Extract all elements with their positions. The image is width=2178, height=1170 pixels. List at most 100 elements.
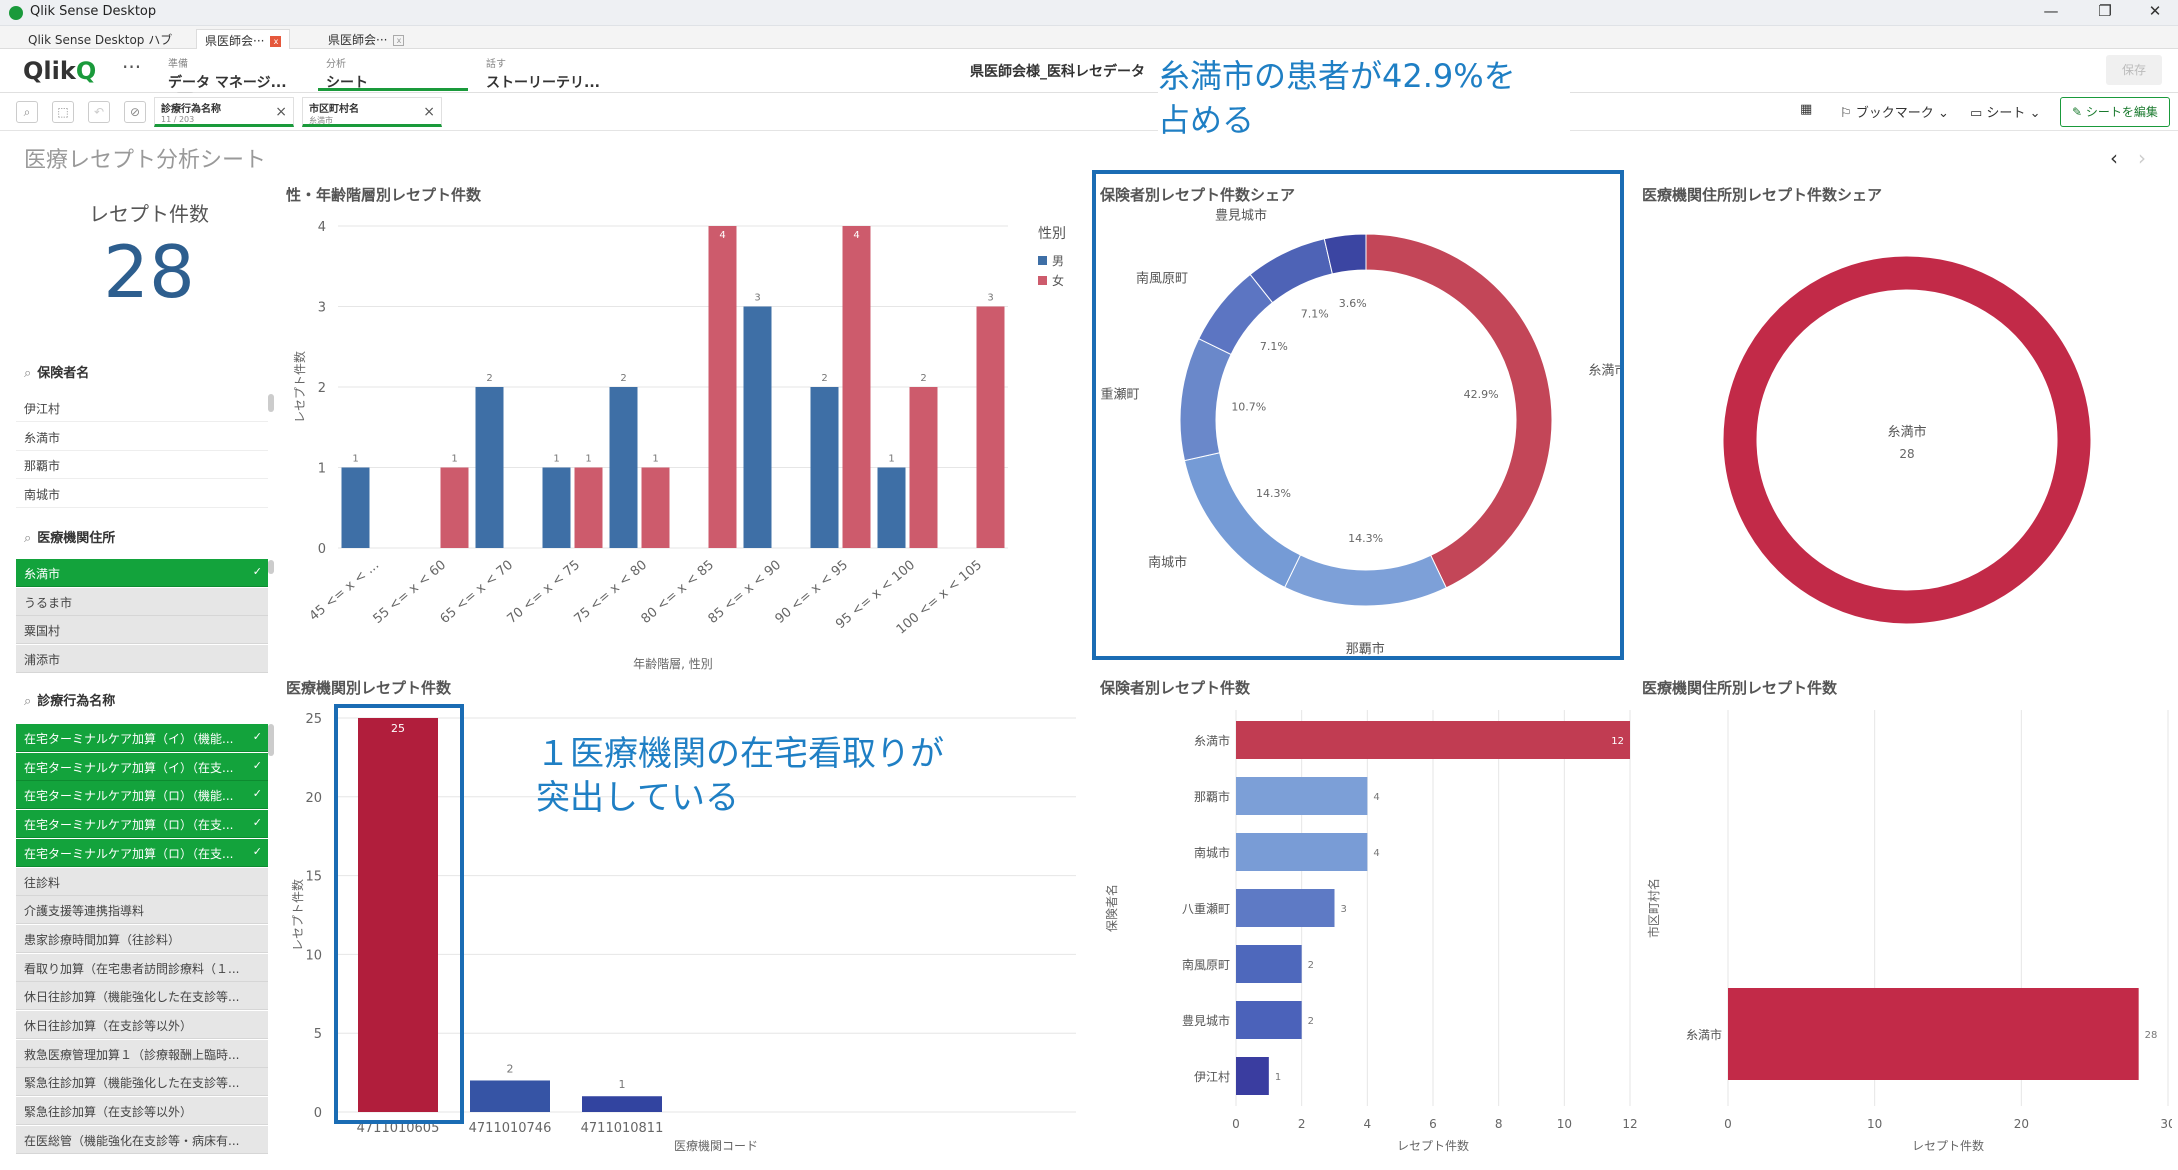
sheet-menu-button[interactable]: ▭ シート ⌄ (1970, 102, 2040, 121)
annotation-bar-note: １医療機関の在宅看取りが 突出している (536, 732, 944, 820)
next-sheet-icon[interactable]: › (2138, 146, 2146, 170)
list-item[interactable]: 南城市 (16, 479, 268, 508)
nav-prepare[interactable]: 準備 データ マネージ...⌄ (160, 53, 300, 110)
data-label: 2 (486, 373, 492, 384)
x-tick-label: 4711010811 (581, 1121, 664, 1136)
nav-narrate[interactable]: 話す ストーリーテリ... (478, 53, 628, 91)
tab-app-1[interactable]: 県医師会··· x (196, 29, 291, 49)
close-icon[interactable]: × (423, 104, 435, 120)
restore-button[interactable]: ❐ (2090, 2, 2120, 20)
data-label: 3 (754, 293, 760, 304)
bar (582, 1096, 662, 1112)
slice (1722, 255, 2092, 625)
selection-chip-procedure[interactable]: 診療行為名称 11 / 203 × (154, 97, 294, 127)
bar (1236, 1057, 1269, 1095)
tab-hub[interactable]: Qlik Sense Desktop ハブ (20, 29, 180, 49)
list-item[interactable]: 在宅ターミナルケア加算（イ）（在支... ✓ (16, 752, 268, 781)
list-item[interactable]: 看取り加算（在宅患者訪問診療料（１... (16, 953, 268, 982)
grid-icon[interactable]: ▦ (1800, 102, 1812, 117)
close-tab-icon[interactable]: x (270, 36, 282, 47)
highlight-box-bar (334, 704, 464, 1124)
minimize-button[interactable]: — (2036, 2, 2066, 20)
list-item[interactable]: 休日往診加算（在支診等以外） (16, 1011, 268, 1039)
list-item[interactable]: 往診料 (16, 867, 268, 896)
listbox-insurer-title-text: 保険者名 (37, 366, 90, 381)
legend-title: 性別 (1038, 226, 1066, 242)
list-item[interactable]: 那覇市 (16, 451, 268, 479)
selection-chip-municipality[interactable]: 市区町村名 糸満市 × (302, 97, 442, 127)
list-item[interactable]: 糸満市 ✓ (16, 559, 268, 587)
app-navbar: QlikQ ··· 準備 データ マネージ...⌄ 分析 シート 話す ストーリ… (0, 49, 2178, 110)
step-back-icon[interactable]: ↶ (88, 101, 110, 123)
bar (1236, 1001, 1302, 1039)
annotation-line: 占める (1158, 101, 1255, 139)
list-item[interactable]: 浦添市 (16, 644, 268, 673)
list-item[interactable]: 在宅ターミナルケア加算（イ）（機能... ✓ (16, 724, 268, 752)
close-tab-icon[interactable]: x (393, 35, 405, 46)
data-label: 1 (553, 454, 559, 465)
search-icon[interactable]: ⌕ (24, 694, 31, 709)
bar (609, 387, 638, 548)
y-tick-label: 4 (318, 220, 326, 235)
y-tick-label: 1 (318, 462, 326, 477)
bar (877, 467, 906, 548)
chart-address-share: 糸満市 28 (1722, 255, 2092, 625)
legend-label: 女 (1052, 273, 1064, 288)
list-item-label: 在宅ターミナルケア加算（イ）（機能... (24, 732, 234, 746)
data-label: 2 (507, 1062, 514, 1075)
list-item-label: 在宅ターミナルケア加算（ロ）（在支... (24, 846, 234, 861)
list-item[interactable]: 在宅ターミナルケア加算（ロ）（在支... ✓ (16, 838, 268, 867)
x-tick-label: 0 (1724, 1117, 1732, 1131)
selections-tool-icon[interactable]: ⬚ (52, 101, 74, 123)
list-item-label: 糸満市 (24, 567, 61, 581)
list-item[interactable]: 緊急往診加算（在支診等以外） (16, 1097, 268, 1126)
data-label: 2 (821, 373, 827, 384)
save-button[interactable]: 保存 (2106, 55, 2162, 85)
list-item[interactable]: 伊江村 (16, 394, 268, 422)
list-item-label: 休日往診加算（在支診等以外） (24, 1019, 193, 1033)
scrollbar[interactable] (268, 394, 274, 412)
smart-search-icon[interactable]: ⌕ (16, 101, 38, 123)
more-menu-button[interactable]: ··· (122, 55, 141, 79)
search-icon[interactable]: ⌕ (24, 531, 31, 546)
edit-sheet-button[interactable]: ✎ シートを編集 (2060, 97, 2170, 127)
list-item[interactable]: うるま市 (16, 587, 268, 616)
list-item[interactable]: 在医総管（機能強化在支診等・病床有... (16, 1125, 268, 1154)
bar (1236, 945, 1302, 983)
y-tick-label: 糸満市 (1194, 733, 1230, 748)
x-axis-label: 年齢階層, 性別 (633, 656, 713, 671)
bookmark-button[interactable]: ⚐ ブックマーク ⌄ (1840, 102, 1949, 121)
tab-app-2[interactable]: 県医師会··· x (320, 29, 412, 49)
search-icon[interactable]: ⌕ (24, 366, 31, 381)
x-tick-label: 4711010746 (469, 1121, 552, 1136)
chip-field: 市区町村名 (309, 104, 359, 115)
data-label: 1 (352, 454, 358, 465)
clear-selections-icon[interactable]: ⊘ (124, 101, 146, 123)
list-item[interactable]: 粟国村 (16, 616, 268, 644)
y-axis-label: 市区町村名 (1646, 878, 1661, 938)
list-item[interactable]: 在宅ターミナルケア加算（ロ）（在支... ✓ (16, 810, 268, 839)
list-item[interactable]: 介護支援等連携指導料 (16, 896, 268, 925)
x-tick-label: 10 (1557, 1117, 1572, 1131)
previous-sheet-icon[interactable]: ‹ (2110, 146, 2118, 170)
list-item[interactable]: 緊急往診加算（機能強化した在支診等... (16, 1068, 268, 1097)
close-icon[interactable]: × (275, 104, 287, 120)
bar (1728, 988, 2139, 1080)
document-tabs: Qlik Sense Desktop ハブ 県医師会··· x 県医師会··· x (0, 26, 2178, 49)
list-item-label: 那覇市 (24, 459, 61, 473)
data-label: 4 (1373, 848, 1379, 859)
scrollbar[interactable] (268, 560, 274, 574)
nav-analyze[interactable]: 分析 シート (318, 53, 468, 91)
bar (641, 467, 670, 548)
list-item[interactable]: 患家診療時間加算（往診料） (16, 924, 268, 953)
list-item[interactable]: 在宅ターミナルケア加算（ロ）（機能... ✓ (16, 781, 268, 810)
list-item[interactable]: 休日往診加算（機能強化した在支診等... (16, 982, 268, 1011)
data-label: 1 (888, 454, 894, 465)
chart-title-age-sex: 性・年齢階層別レセプト件数 (286, 186, 482, 204)
list-item[interactable]: 救急医療管理加算１（診療報酬上臨時... (16, 1039, 268, 1068)
list-item[interactable]: 糸満市 (16, 422, 268, 451)
scrollbar[interactable] (268, 724, 274, 756)
list-item-label: 粟国村 (24, 624, 61, 638)
close-window-button[interactable]: ✕ (2140, 2, 2170, 20)
tab-app-1-label: 県医師会··· (205, 34, 265, 48)
